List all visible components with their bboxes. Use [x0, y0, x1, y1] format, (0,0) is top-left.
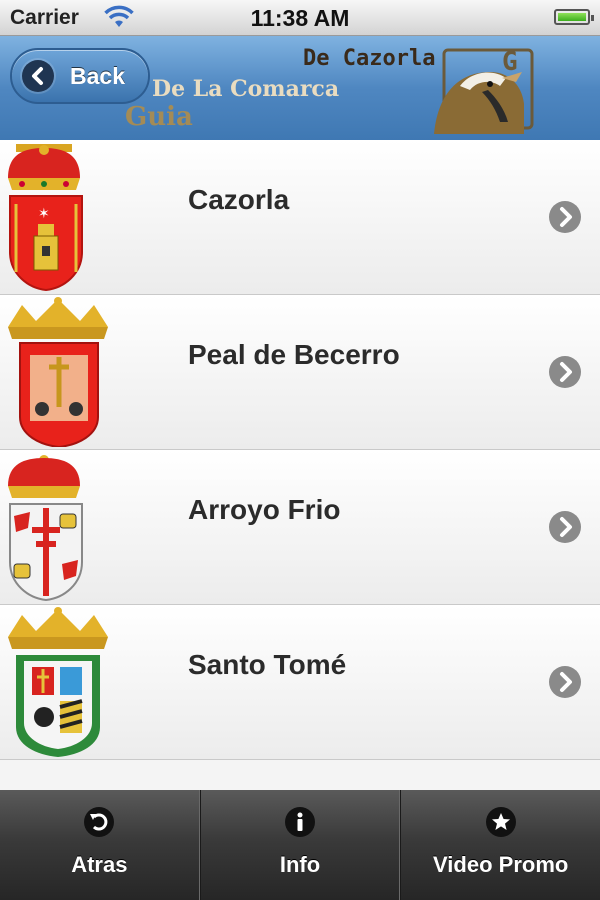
status-bar: Carrier 11:38 AM	[0, 0, 600, 36]
info-icon	[284, 806, 316, 838]
back-arrow-icon	[22, 60, 54, 92]
back-button[interactable]: Back	[10, 48, 150, 104]
logo-text-guia: Guia	[125, 102, 193, 132]
list-item-label: Peal de Becerro	[188, 339, 400, 370]
chevron-right-icon	[548, 510, 582, 544]
list-item[interactable]: Santo Tomé	[0, 605, 600, 760]
cazorla-coat-of-arms-icon: ✶	[2, 142, 114, 292]
chevron-right-icon	[548, 665, 582, 699]
municipality-list: ✶ Cazorla Peal de Becerro Arroyo Frio Sa…	[0, 140, 600, 760]
svg-text:✶: ✶	[38, 205, 50, 221]
list-item[interactable]: Arroyo Frio	[0, 450, 600, 605]
tab-video-promo[interactable]: Video Promo	[400, 790, 600, 900]
chevron-right-icon	[548, 200, 582, 234]
tab-label: Atras	[71, 852, 128, 877]
undo-arrow-icon	[83, 806, 115, 838]
arroyo-frio-coat-of-arms-icon	[2, 452, 114, 602]
nav-header: Back Guia De La Comarca De Cazorla G	[0, 36, 600, 141]
tab-atras[interactable]: Atras	[0, 790, 200, 900]
battery-icon	[554, 9, 594, 25]
back-button-label: Back	[70, 63, 125, 89]
tab-label: Video Promo	[433, 852, 569, 877]
list-item-label: Santo Tomé	[188, 649, 347, 680]
list-item-label: Arroyo Frio	[188, 494, 341, 525]
logo-text-comarca: De La Comarca	[152, 76, 340, 102]
logo-text-cazorla: De Cazorla	[303, 46, 436, 71]
bottom-tab-bar: Atras Info Video Promo	[0, 790, 600, 900]
vulture-logo-icon: G	[430, 42, 540, 139]
list-item[interactable]: Peal de Becerro	[0, 295, 600, 450]
list-item[interactable]: ✶ Cazorla	[0, 140, 600, 295]
list-item-label: Cazorla	[188, 184, 290, 215]
chevron-right-icon	[548, 355, 582, 389]
peal-de-becerro-coat-of-arms-icon	[2, 297, 114, 449]
svg-text:G: G	[502, 47, 518, 77]
star-icon	[485, 806, 517, 838]
santo-tome-coat-of-arms-icon	[2, 607, 114, 757]
status-time: 11:38 AM	[250, 5, 350, 31]
tab-info[interactable]: Info	[199, 790, 401, 900]
tab-label: Info	[279, 852, 321, 877]
